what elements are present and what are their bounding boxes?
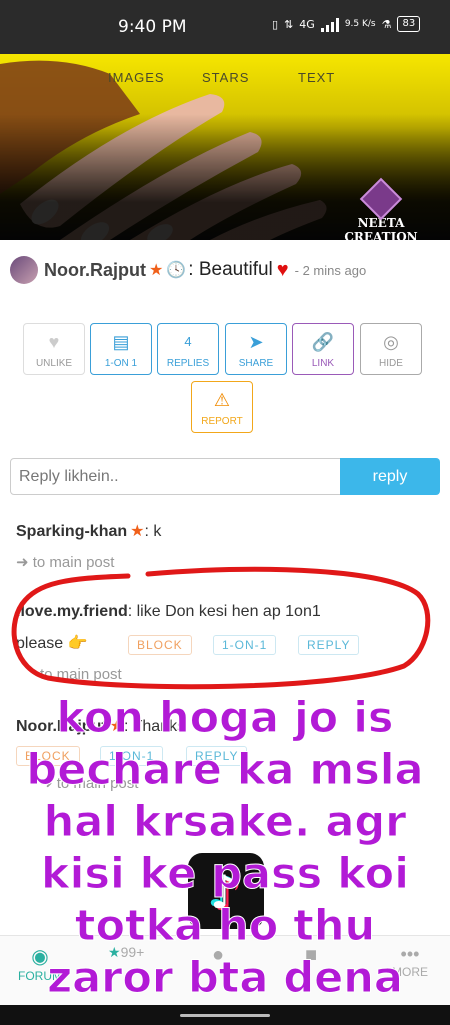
caption-line: kon hoga jo is [56,693,394,744]
chat-icon: ▤ [112,332,130,352]
eye-off-icon: ◎ [383,332,399,352]
signal-icon [320,16,339,32]
header-banner: IMAGES STARS TEXT NEETA CREATION [0,54,450,240]
post-header: Noor.Rajput ★ 🕓 : Beautiful ♥ - 2 mins a… [10,252,440,288]
status-bar: 9:40 PM ▯ ⇅ 4G 9.5 K/s ⚗ 83 [0,0,450,54]
reply-button[interactable]: reply [340,458,440,495]
tab-images[interactable]: IMAGES [108,70,165,85]
home-indicator[interactable] [180,1014,270,1017]
battery-icon: 83 [397,16,421,32]
vibrate-icon: ▯ [272,17,279,31]
comment-text: : k [144,523,162,540]
lab-icon: ⚗ [381,17,392,31]
network-type: 4G [299,17,315,31]
heart-outline-icon: ♥ [48,332,60,352]
network-speed: 9.5 K/s [344,19,376,29]
caption-line: zaror bta dena [47,953,404,1004]
link-icon: 🔗 [311,332,335,352]
unlike-button[interactable]: ♥ UNLIKE [23,323,85,375]
tab-text[interactable]: TEXT [298,70,335,85]
report-button[interactable]: ⚠ REPORT [191,381,253,433]
gesture-bar [0,1005,450,1025]
clock-icon: 🕓 [166,262,187,279]
star-icon: ★ [149,262,164,279]
comment-1: Sparking-khan ★: k [16,521,161,541]
brand-logo [359,177,403,221]
replies-button[interactable]: 4 REPLIES [157,323,219,375]
replies-count: 4 [184,334,192,349]
post-time: - 2 mins ago [294,262,367,278]
caption-line: totka ho thu [74,901,376,952]
reply-input[interactable]: Reply likhein.. [10,458,342,495]
star-icon: ★ [130,523,145,540]
one-on-one-button[interactable]: ▤ 1-ON 1 [90,323,152,375]
avatar[interactable] [10,256,38,284]
overlay-caption: kon hoga jo is bechare ka msla hal krsak… [0,692,450,1004]
caption-line: kisi ke pass koi [41,849,410,900]
caption-line: hal krsake. agr [43,797,407,848]
data-arrows-icon: ⇅ [284,17,294,31]
comment-user[interactable]: Sparking-khan [16,523,127,540]
tab-stars[interactable]: STARS [202,70,249,85]
link-button[interactable]: 🔗 LINK [292,323,354,375]
app-screen: 9:40 PM ▯ ⇅ 4G 9.5 K/s ⚗ 83 IMAGES STARS… [0,0,450,1025]
caption-line: bechare ka msla [26,745,424,796]
post-text: : Beautiful [188,259,273,280]
status-icons: ▯ ⇅ 4G 9.5 K/s ⚗ 83 [272,16,421,32]
heart-icon: ♥ [276,258,289,281]
status-time: 9:40 PM [118,17,187,37]
warning-icon: ⚠ [213,390,231,410]
hide-button[interactable]: ◎ HIDE [360,323,422,375]
brand-watermark: NEETA CREATION [326,177,436,240]
post-author[interactable]: Noor.Rajput [44,260,146,281]
send-icon: ➤ [248,332,264,352]
red-annotation-circle [11,566,431,690]
share-button[interactable]: ➤ SHARE [225,323,287,375]
